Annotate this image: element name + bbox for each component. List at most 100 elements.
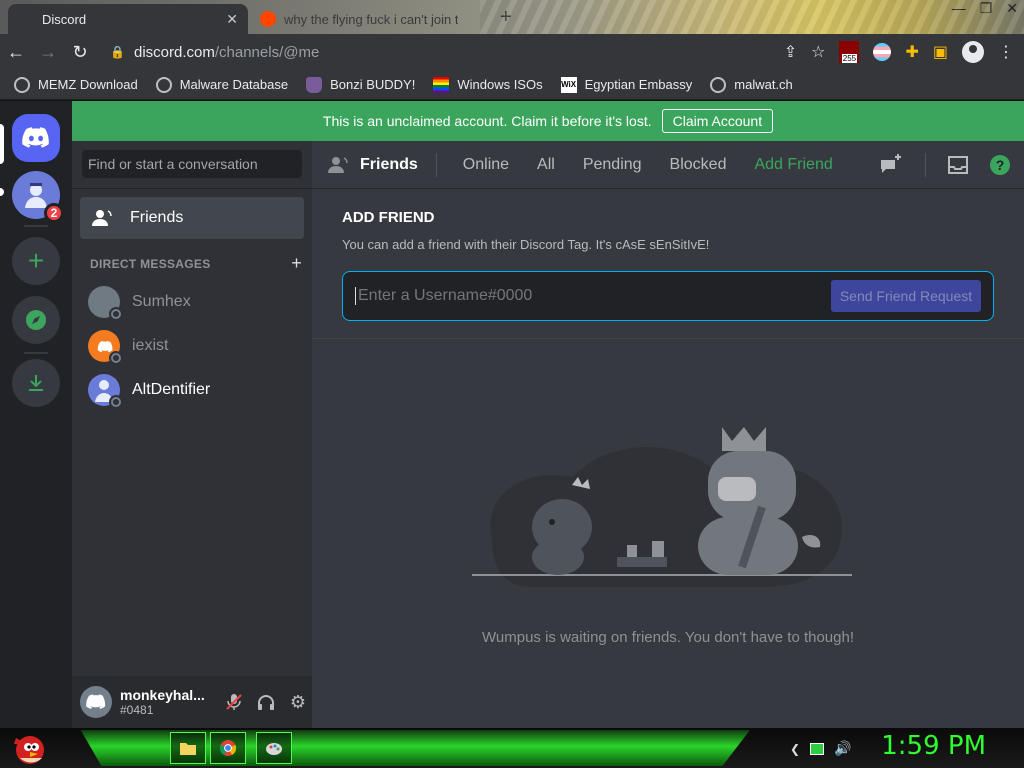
inbox-icon[interactable] [948,156,968,174]
taskbar-chrome-button[interactable] [210,732,246,764]
extension-icon[interactable]: 255 [839,41,860,63]
dm-item-iexist[interactable]: iexist [80,325,304,367]
user-tag: #0481 [120,703,154,717]
avatar [88,286,123,321]
bookmark-malware-db[interactable]: Malware Database [155,76,288,93]
address-bar[interactable]: 🔒 discord.com/channels/@me [110,38,820,66]
volume-icon[interactable]: 🔊 [834,740,851,757]
paint-icon [266,743,282,755]
share-icon[interactable]: ⇪ [784,42,797,62]
bookmark-label: malwat.ch [734,77,793,92]
close-tab-icon[interactable]: ✕ [226,11,238,28]
bookmark-label: Bonzi BUDDY! [330,77,416,92]
dm-item-altdentifier[interactable]: AltDentifier [80,369,304,411]
taskbar-explorer-button[interactable] [170,732,206,764]
username-input[interactable] [355,287,831,305]
restore-icon[interactable]: ❐ [980,0,993,16]
tab-reddit[interactable]: why the flying fuck i can't join t [250,4,490,34]
create-dm-icon[interactable]: + [291,254,302,272]
user-panel: monkeyhal... #0481 ⚙ [72,676,312,728]
tab-blocked[interactable]: Blocked [662,154,735,176]
folder-icon [180,743,196,755]
add-friend-description: You can add a friend with their Discord … [342,237,710,252]
unclaimed-account-banner: This is an unclaimed account. Claim it b… [72,101,1024,141]
wix-icon: WiX [560,76,577,93]
close-window-icon[interactable]: ✕ [1006,0,1018,16]
dm-sidebar: Find or start a conversation Friends DIR… [72,141,312,728]
new-tab-button[interactable]: + [500,6,512,29]
tray-arrow-icon[interactable]: ❮ [790,742,800,756]
tab-add-friend[interactable]: Add Friend [746,154,840,176]
friends-header: Friends Online All Pending Blocked Add F… [312,141,1024,189]
back-icon[interactable]: ← [0,42,32,63]
network-icon[interactable] [810,742,825,755]
help-icon[interactable]: ? [990,155,1010,175]
tab-online[interactable]: Online [455,154,517,176]
conversation-search[interactable]: Find or start a conversation [82,150,302,178]
empty-state: Wumpus is waiting on friends. You don't … [312,339,1024,728]
new-group-dm-icon[interactable] [879,154,903,176]
send-friend-request-button[interactable]: Send Friend Request [831,280,981,312]
sidebar-item-friends[interactable]: Friends [80,197,304,239]
window-controls: — ❐ ✕ [952,0,1018,16]
bookmark-egyptian-embassy[interactable]: WiX Egyptian Embassy [560,76,693,93]
lock-icon[interactable]: 🔒 [110,45,126,59]
header-divider [925,153,926,177]
dm-item-sumhex[interactable]: Sumhex [80,281,304,323]
direct-messages-header: DIRECT MESSAGES + [90,254,302,272]
avatar [88,374,123,409]
forward-icon[interactable]: → [32,42,64,63]
profile-avatar-icon[interactable] [962,41,984,63]
tab-discord[interactable]: Discord ✕ [8,4,248,128]
dm-avatar-altdentifier[interactable]: 2 [12,171,64,223]
friends-title-label: Friends [360,155,418,173]
add-friend-section: ADD FRIEND You can add a friend with the… [312,189,1024,339]
side-panel-icon[interactable]: ▣ [933,42,948,62]
settings-gear-icon[interactable]: ⚙ [288,692,308,712]
bookmark-memz[interactable]: MEMZ Download [14,76,138,93]
reload-icon[interactable]: ↻ [64,42,96,63]
bookmark-malwatch[interactable]: malwat.ch [710,76,793,93]
home-button[interactable] [12,114,60,162]
selected-pill [0,124,4,164]
taskbar-clock[interactable]: 1:59 PM [881,731,986,761]
explore-servers-button[interactable] [12,296,60,344]
url-host: discord.com [134,43,215,61]
friends-label: Friends [130,209,184,226]
friends-wave-icon [328,156,348,173]
bookmark-label: MEMZ Download [38,77,138,92]
banner-text: This is an unclaimed account. Claim it b… [322,113,652,129]
tab-pending[interactable]: Pending [575,154,650,176]
dm-name: Sumhex [132,293,191,310]
minimize-icon[interactable]: — [952,0,966,16]
header-divider [435,152,437,177]
dm-name: AltDentifier [132,381,211,398]
bookmark-label: Egyptian Embassy [584,77,693,92]
flag-extension-icon[interactable] [873,43,892,61]
empty-state-text: Wumpus is waiting on friends. You don't … [482,629,854,646]
angry-bird-start-icon[interactable] [8,730,48,766]
bookmark-star-icon[interactable]: ☆ [811,42,825,62]
offline-status-icon [109,395,123,409]
menu-kebab-icon[interactable]: ⋮ [998,42,1014,62]
globe-icon [155,76,172,93]
tab-title: why the flying fuck i can't join t [284,11,459,27]
user-info[interactable]: monkeyhal... #0481 [120,687,212,717]
mute-mic-icon[interactable] [224,692,244,712]
headphones-icon[interactable] [256,692,276,712]
puzzle-extensions-icon[interactable]: ✚ [905,42,918,62]
taskbar-paint-button[interactable] [256,732,292,764]
tab-all[interactable]: All [529,154,563,176]
download-apps-button[interactable] [12,359,60,407]
compass-icon [26,310,46,330]
direct-messages-label: DIRECT MESSAGES [90,257,211,271]
bonzi-icon [306,76,323,93]
bookmark-bonzi[interactable]: Bonzi BUDDY! [306,76,416,93]
bookmark-windows-isos[interactable]: Windows ISOs [433,76,543,93]
system-tray: ❮ 🔊 [790,740,852,757]
username: monkeyhal... [120,687,205,703]
claim-account-button[interactable]: Claim Account [661,109,774,133]
user-avatar[interactable] [80,686,112,718]
add-server-button[interactable]: + [12,237,60,285]
avatar [88,330,123,365]
